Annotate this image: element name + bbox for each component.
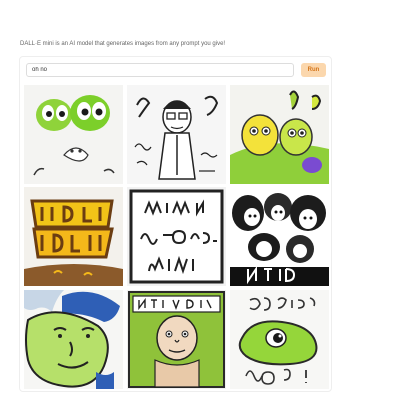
result-image-6[interactable] (230, 187, 329, 286)
result-image-7-art (24, 290, 123, 389)
result-image-5[interactable] (127, 187, 226, 286)
run-button[interactable]: Run (301, 63, 326, 77)
result-image-2-art (127, 85, 226, 184)
result-image-4-art (24, 187, 123, 286)
prompt-input[interactable] (26, 63, 294, 77)
result-image-4[interactable] (24, 187, 123, 286)
result-image-8[interactable] (127, 290, 226, 389)
generator-card: Run (19, 56, 332, 392)
result-image-2[interactable] (127, 85, 226, 184)
result-image-3-art (230, 85, 329, 184)
result-image-8-art (127, 290, 226, 389)
page: DALL·E mini is an AI model that generate… (0, 0, 400, 400)
results-grid (24, 85, 329, 389)
result-image-9-art (230, 290, 329, 389)
result-image-9[interactable] (230, 290, 329, 389)
result-image-1[interactable] (24, 85, 123, 184)
result-image-3[interactable] (230, 85, 329, 184)
result-image-1-art (24, 85, 123, 184)
result-image-7[interactable] (24, 290, 123, 389)
result-image-6-art (230, 187, 329, 286)
app-description: DALL·E mini is an AI model that generate… (20, 41, 226, 47)
result-image-5-art (127, 187, 226, 286)
